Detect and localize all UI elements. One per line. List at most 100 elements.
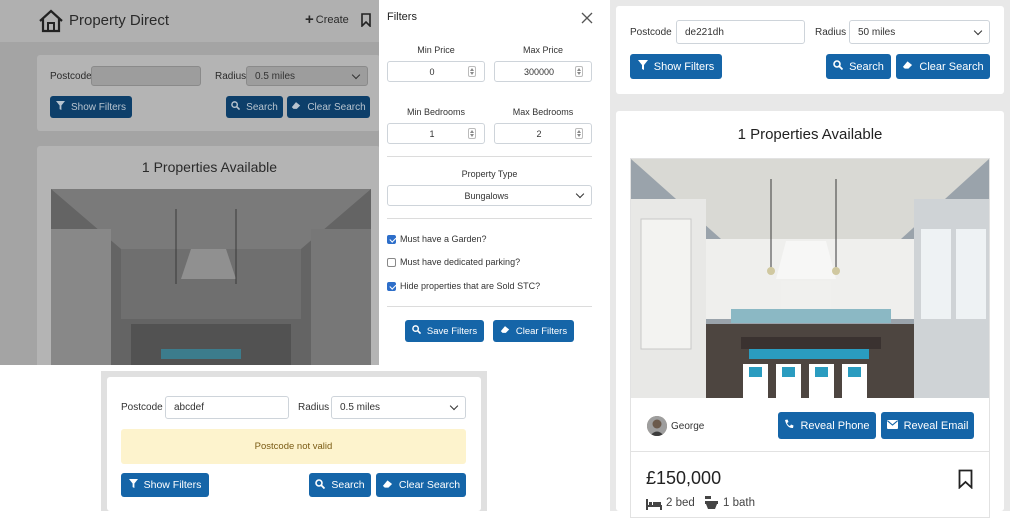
garden-checkbox-row[interactable]: Must have a Garden? [387,234,487,244]
listing-price: £150,000 [646,468,722,488]
search-icon [833,60,844,73]
filters-title: Filters [387,11,417,23]
clear-search-button[interactable]: Clear Search [287,96,370,118]
sold-stc-checkbox[interactable] [387,281,396,291]
parking-checkbox[interactable] [387,257,396,267]
right-panel-frame: Postcode de221dh Radius 50 miles Show Fi… [610,0,1010,518]
eraser-icon [902,60,913,73]
reveal-email-button[interactable]: Reveal Email [881,412,974,439]
show-filters-label: Show Filters [143,479,202,491]
min-bedrooms-label: Min Bedrooms [406,107,466,117]
show-filters-button[interactable]: Show Filters [121,473,209,497]
radius-select[interactable]: 0.5 miles [246,66,368,86]
close-icon[interactable] [581,11,593,24]
eraser-icon [291,101,301,113]
phone-icon [784,419,794,432]
divider [387,156,592,157]
radius-label: Radius [215,71,247,82]
property-photo[interactable] [631,159,989,398]
chevron-down-icon [973,26,983,35]
app-title[interactable]: Property Direct [69,12,169,29]
envelope-icon [886,419,898,432]
radius-select[interactable]: 0.5 miles [331,396,466,419]
clear-search-button[interactable]: Clear Search [376,473,466,497]
bed-icon [646,497,662,510]
bookmark-icon[interactable] [361,13,371,28]
postcode-input[interactable]: de221dh [676,20,805,44]
reveal-phone-button[interactable]: Reveal Phone [778,412,876,439]
reveal-phone-label: Reveal Phone [800,419,870,432]
property-type-label: Property Type [461,169,518,179]
max-bedrooms-input[interactable]: 2 [494,123,592,144]
max-bedrooms-value: 2 [536,128,542,139]
save-filters-label: Save Filters [426,325,478,337]
error-panel-frame: Postcode abcdef Radius 0.5 miles Postcod… [101,371,487,511]
create-link[interactable]: + Create [305,11,349,28]
clear-search-label: Clear Search [398,479,461,491]
listing-card[interactable]: George Reveal Phone Reveal Email £150,00… [630,158,990,518]
results-title: 1 Properties Available [737,126,883,143]
chevron-down-icon [449,401,459,411]
filter-icon [637,60,648,73]
save-filters-button[interactable]: Save Filters [405,320,484,342]
left-results-card: 1 Properties Available [37,146,379,365]
min-bedrooms-value: 1 [429,128,435,139]
search-button[interactable]: Search [826,54,891,79]
filter-icon [128,479,138,491]
clear-filters-label: Clear Filters [515,325,568,337]
left-search-card: Postcode Radius 0.5 miles Show Filters S… [37,55,379,131]
agent-name: George [671,421,705,432]
stepper-icon[interactable] [468,66,476,77]
radius-label: Radius [815,27,847,38]
postcode-label: Postcode [121,402,163,413]
app-header: Property Direct + Create [0,0,379,42]
min-price-label: Min Price [417,45,455,55]
reveal-email-label: Reveal Email [903,419,969,432]
eraser-icon [500,325,510,337]
divider [387,306,592,307]
max-price-label: Max Price [522,45,563,55]
show-filters-button[interactable]: Show Filters [630,54,722,79]
min-price-input[interactable]: 0 [387,61,485,82]
plus-icon: + [305,11,314,28]
save-bookmark-icon[interactable] [958,469,973,490]
clear-filters-button[interactable]: Clear Filters [493,320,574,342]
home-logo-icon[interactable] [38,9,64,33]
show-filters-label: Show Filters [70,101,126,113]
min-price-value: 0 [429,66,435,77]
property-photo[interactable] [51,189,371,365]
search-icon [412,325,422,337]
radius-value: 50 miles [858,26,896,38]
stepper-icon[interactable] [575,66,583,77]
max-price-value: 300000 [523,66,555,77]
search-icon [231,101,241,113]
property-type-select[interactable]: Bungalows [387,185,592,206]
clear-search-label: Clear Search [307,101,366,113]
results-title: 1 Properties Available [141,159,278,175]
garden-checkbox[interactable] [387,234,396,244]
agent-avatar [647,416,667,436]
sold-stc-checkbox-label: Hide properties that are Sold STC? [400,281,541,291]
error-search-card: Postcode abcdef Radius 0.5 miles Postcod… [107,377,481,511]
radius-select[interactable]: 50 miles [849,20,990,44]
show-filters-label: Show Filters [653,60,715,73]
clear-search-button[interactable]: Clear Search [896,54,990,79]
show-filters-button[interactable]: Show Filters [50,96,132,118]
sold-stc-checkbox-row[interactable]: Hide properties that are Sold STC? [387,281,540,291]
search-button[interactable]: Search [309,473,371,497]
max-price-input[interactable]: 300000 [494,61,592,82]
parking-checkbox-row[interactable]: Must have dedicated parking? [387,257,520,267]
right-search-card: Postcode de221dh Radius 50 miles Show Fi… [616,6,1004,94]
postcode-input[interactable] [91,66,201,86]
stepper-icon[interactable] [575,128,583,139]
filter-icon [55,101,65,113]
search-button[interactable]: Search [226,96,283,118]
radius-value: 0.5 miles [340,402,381,413]
filters-modal: Filters Min Price Max Price 0 300000 Min… [379,0,602,365]
stepper-icon[interactable] [468,128,476,139]
beds-value: 2 bed [666,497,695,509]
chevron-down-icon [351,70,361,79]
search-label: Search [849,60,884,73]
postcode-input[interactable]: abcdef [165,396,289,419]
min-bedrooms-input[interactable]: 1 [387,123,485,144]
